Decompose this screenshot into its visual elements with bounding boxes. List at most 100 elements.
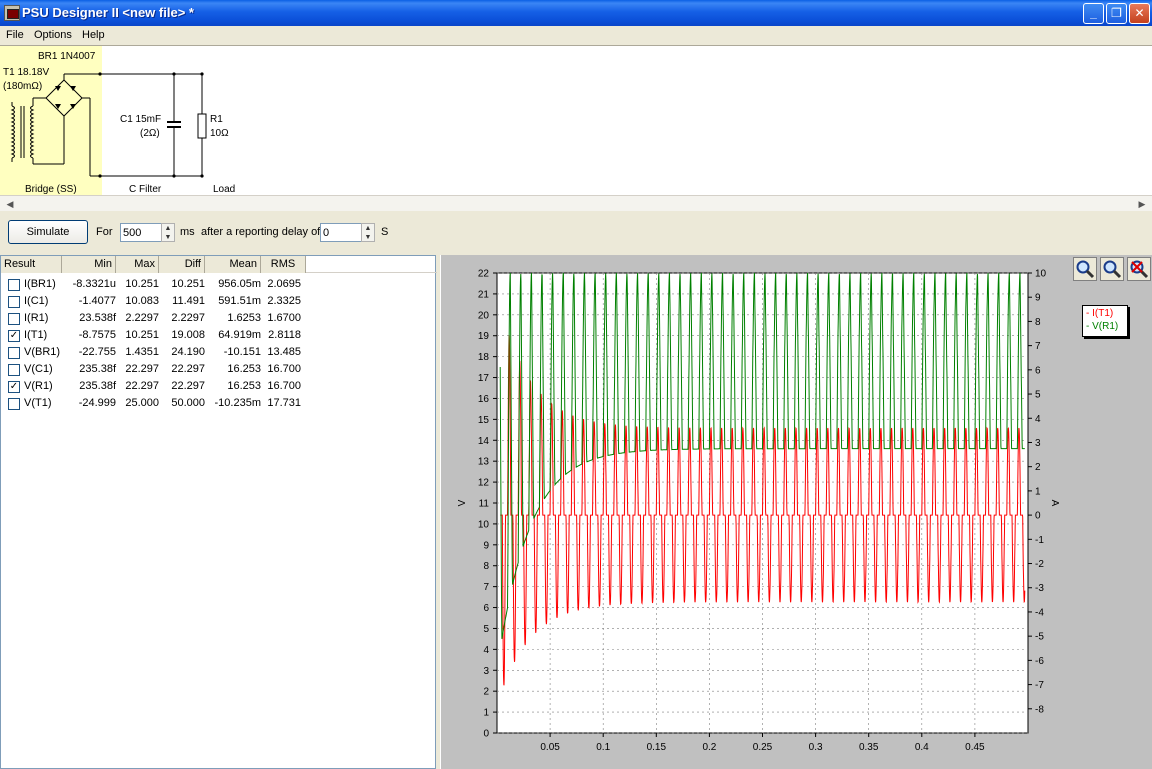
x-tick-label: 0.2: [702, 742, 716, 753]
window-title: PSU Designer II <new file> *: [22, 5, 194, 20]
result-checkbox[interactable]: [8, 296, 20, 308]
schematic-scrollbar[interactable]: ◀ ▶: [0, 195, 1152, 211]
waveform-chart[interactable]: 012345678910111213141516171819202122-8-7…: [441, 255, 1152, 769]
result-checkbox[interactable]: ✓: [8, 381, 20, 393]
result-diff: 22.297: [171, 380, 205, 392]
result-max: 10.251: [125, 278, 159, 290]
y-tick-label: 9: [483, 540, 489, 551]
result-name: V(C1): [24, 363, 53, 375]
x-tick-label: 0.15: [647, 742, 667, 753]
result-mean: 16.253: [227, 380, 261, 392]
y2-tick-label: -3: [1035, 583, 1044, 594]
result-checkbox[interactable]: [8, 347, 20, 359]
table-row[interactable]: ✓ I(T1) -8.7575 10.251 19.008 64.919m 2.8118: [1, 327, 437, 344]
result-rms: 2.3325: [267, 295, 301, 307]
result-name: V(T1): [24, 397, 52, 409]
y-tick-label: 8: [483, 561, 489, 572]
y2-tick-label: 4: [1035, 414, 1041, 425]
duration-spinner[interactable]: ▲ ▼: [161, 223, 175, 242]
result-min: 23.538f: [79, 312, 116, 324]
spin-down-icon[interactable]: ▼: [162, 233, 174, 242]
result-max: 10.251: [125, 329, 159, 341]
close-button[interactable]: ✕: [1129, 3, 1150, 24]
simulation-toolbar: Simulate For ▲▼ ms after a reporting del…: [0, 211, 1152, 255]
table-row[interactable]: ✓ V(R1) 235.38f 22.297 22.297 16.253 16.700: [1, 378, 437, 395]
schematic-canvas[interactable]: BR1 1N4007 T1 18.18V (180mΩ) C1 15mF (2Ω…: [0, 45, 1152, 196]
result-rms: 16.700: [267, 363, 301, 375]
app-icon[interactable]: [4, 5, 20, 21]
simulate-button[interactable]: Simulate: [8, 220, 88, 244]
col-result[interactable]: Result: [1, 256, 62, 273]
s-label: S: [381, 226, 389, 238]
result-mean: 591.51m: [218, 295, 261, 307]
delay-input[interactable]: [320, 223, 362, 242]
results-table: Result Min Max Diff Mean RMS I(BR1) -8.33…: [0, 255, 437, 769]
col-rms[interactable]: RMS: [261, 256, 306, 273]
result-name: I(T1): [24, 329, 48, 341]
for-label: For: [96, 226, 113, 238]
result-rms: 17.731: [267, 397, 301, 409]
y2-tick-label: 1: [1035, 486, 1041, 497]
col-max[interactable]: Max: [116, 256, 159, 273]
y-tick-label: 11: [479, 499, 490, 510]
maximize-button[interactable]: ❐: [1106, 3, 1127, 24]
table-row[interactable]: I(C1) -1.4077 10.083 11.491 591.51m 2.3325: [1, 293, 437, 310]
y-tick-label: 12: [478, 478, 490, 489]
spin-up-icon[interactable]: ▲: [162, 224, 174, 233]
y2-tick-label: -1: [1035, 535, 1044, 546]
y-tick-label: 17: [478, 373, 490, 384]
result-checkbox[interactable]: [8, 364, 20, 376]
minimize-button[interactable]: _: [1083, 3, 1104, 24]
x-tick-label: 0.3: [809, 742, 823, 753]
result-diff: 11.491: [172, 295, 205, 307]
table-row[interactable]: I(BR1) -8.3321u 10.251 10.251 956.05m 2.0695: [1, 276, 437, 293]
result-max: 2.2297: [125, 312, 159, 324]
table-row[interactable]: V(C1) 235.38f 22.297 22.297 16.253 16.700: [1, 361, 437, 378]
y2-tick-label: -5: [1035, 632, 1044, 643]
plot-panel[interactable]: - I(T1) - V(R1) 0 1 2 3 4 5 6 7 8 9 10 11 12 13 14 15 16…: [440, 255, 1152, 769]
result-checkbox[interactable]: [8, 279, 20, 291]
y2-tick-label: 10: [1035, 269, 1047, 280]
delay-spinner[interactable]: ▲ ▼: [361, 223, 375, 242]
spin-down-icon[interactable]: ▼: [362, 233, 374, 242]
y2-tick-label: 0: [1035, 511, 1041, 522]
y2-tick-label: 9: [1035, 293, 1041, 304]
y-tick-label: 0: [483, 729, 489, 740]
delay-label: after a reporting delay of: [201, 226, 321, 238]
result-rms: 2.0695: [267, 278, 301, 290]
circuit-diagram: [10, 72, 207, 178]
result-checkbox[interactable]: [8, 313, 20, 325]
spin-up-icon[interactable]: ▲: [362, 224, 374, 233]
table-row[interactable]: V(BR1) -22.755 1.4351 24.190 -10.151 13.485: [1, 344, 437, 361]
y2-axis-label: A: [1049, 500, 1060, 507]
y-tick-label: 4: [483, 645, 489, 656]
table-row[interactable]: I(R1) 23.538f 2.2297 2.2297 1.6253 1.6700: [1, 310, 437, 327]
y-tick-label: 10: [478, 519, 490, 530]
y-tick-label: 18: [478, 352, 490, 363]
y2-tick-label: -2: [1035, 559, 1044, 570]
menu-file[interactable]: File: [6, 29, 24, 41]
x-tick-label: 0.35: [859, 742, 879, 753]
y2-tick-label: 5: [1035, 390, 1041, 401]
result-max: 10.083: [125, 295, 159, 307]
y2-tick-label: 3: [1035, 438, 1041, 449]
result-name: I(R1): [24, 312, 49, 324]
scroll-left-icon[interactable]: ◀: [2, 196, 18, 212]
duration-input[interactable]: [120, 223, 162, 242]
y2-tick-label: -7: [1035, 680, 1044, 691]
y-tick-label: 5: [483, 624, 489, 635]
result-min: -8.7575: [78, 329, 116, 341]
title-bar: PSU Designer II <new file> * _ ❐ ✕: [0, 0, 1152, 26]
result-checkbox[interactable]: ✓: [8, 330, 20, 342]
menu-options[interactable]: Options: [34, 29, 72, 41]
result-checkbox[interactable]: [8, 398, 20, 410]
table-row[interactable]: V(T1) -24.999 25.000 50.000 -10.235m 17.731: [1, 395, 437, 412]
col-min[interactable]: Min: [62, 256, 116, 273]
result-max: 22.297: [125, 380, 159, 392]
col-diff[interactable]: Diff: [159, 256, 205, 273]
scroll-right-icon[interactable]: ▶: [1134, 196, 1150, 212]
y-axis-label: V: [457, 499, 468, 506]
menu-help[interactable]: Help: [82, 29, 105, 41]
col-mean[interactable]: Mean: [205, 256, 261, 273]
y-tick-label: 22: [478, 269, 490, 280]
